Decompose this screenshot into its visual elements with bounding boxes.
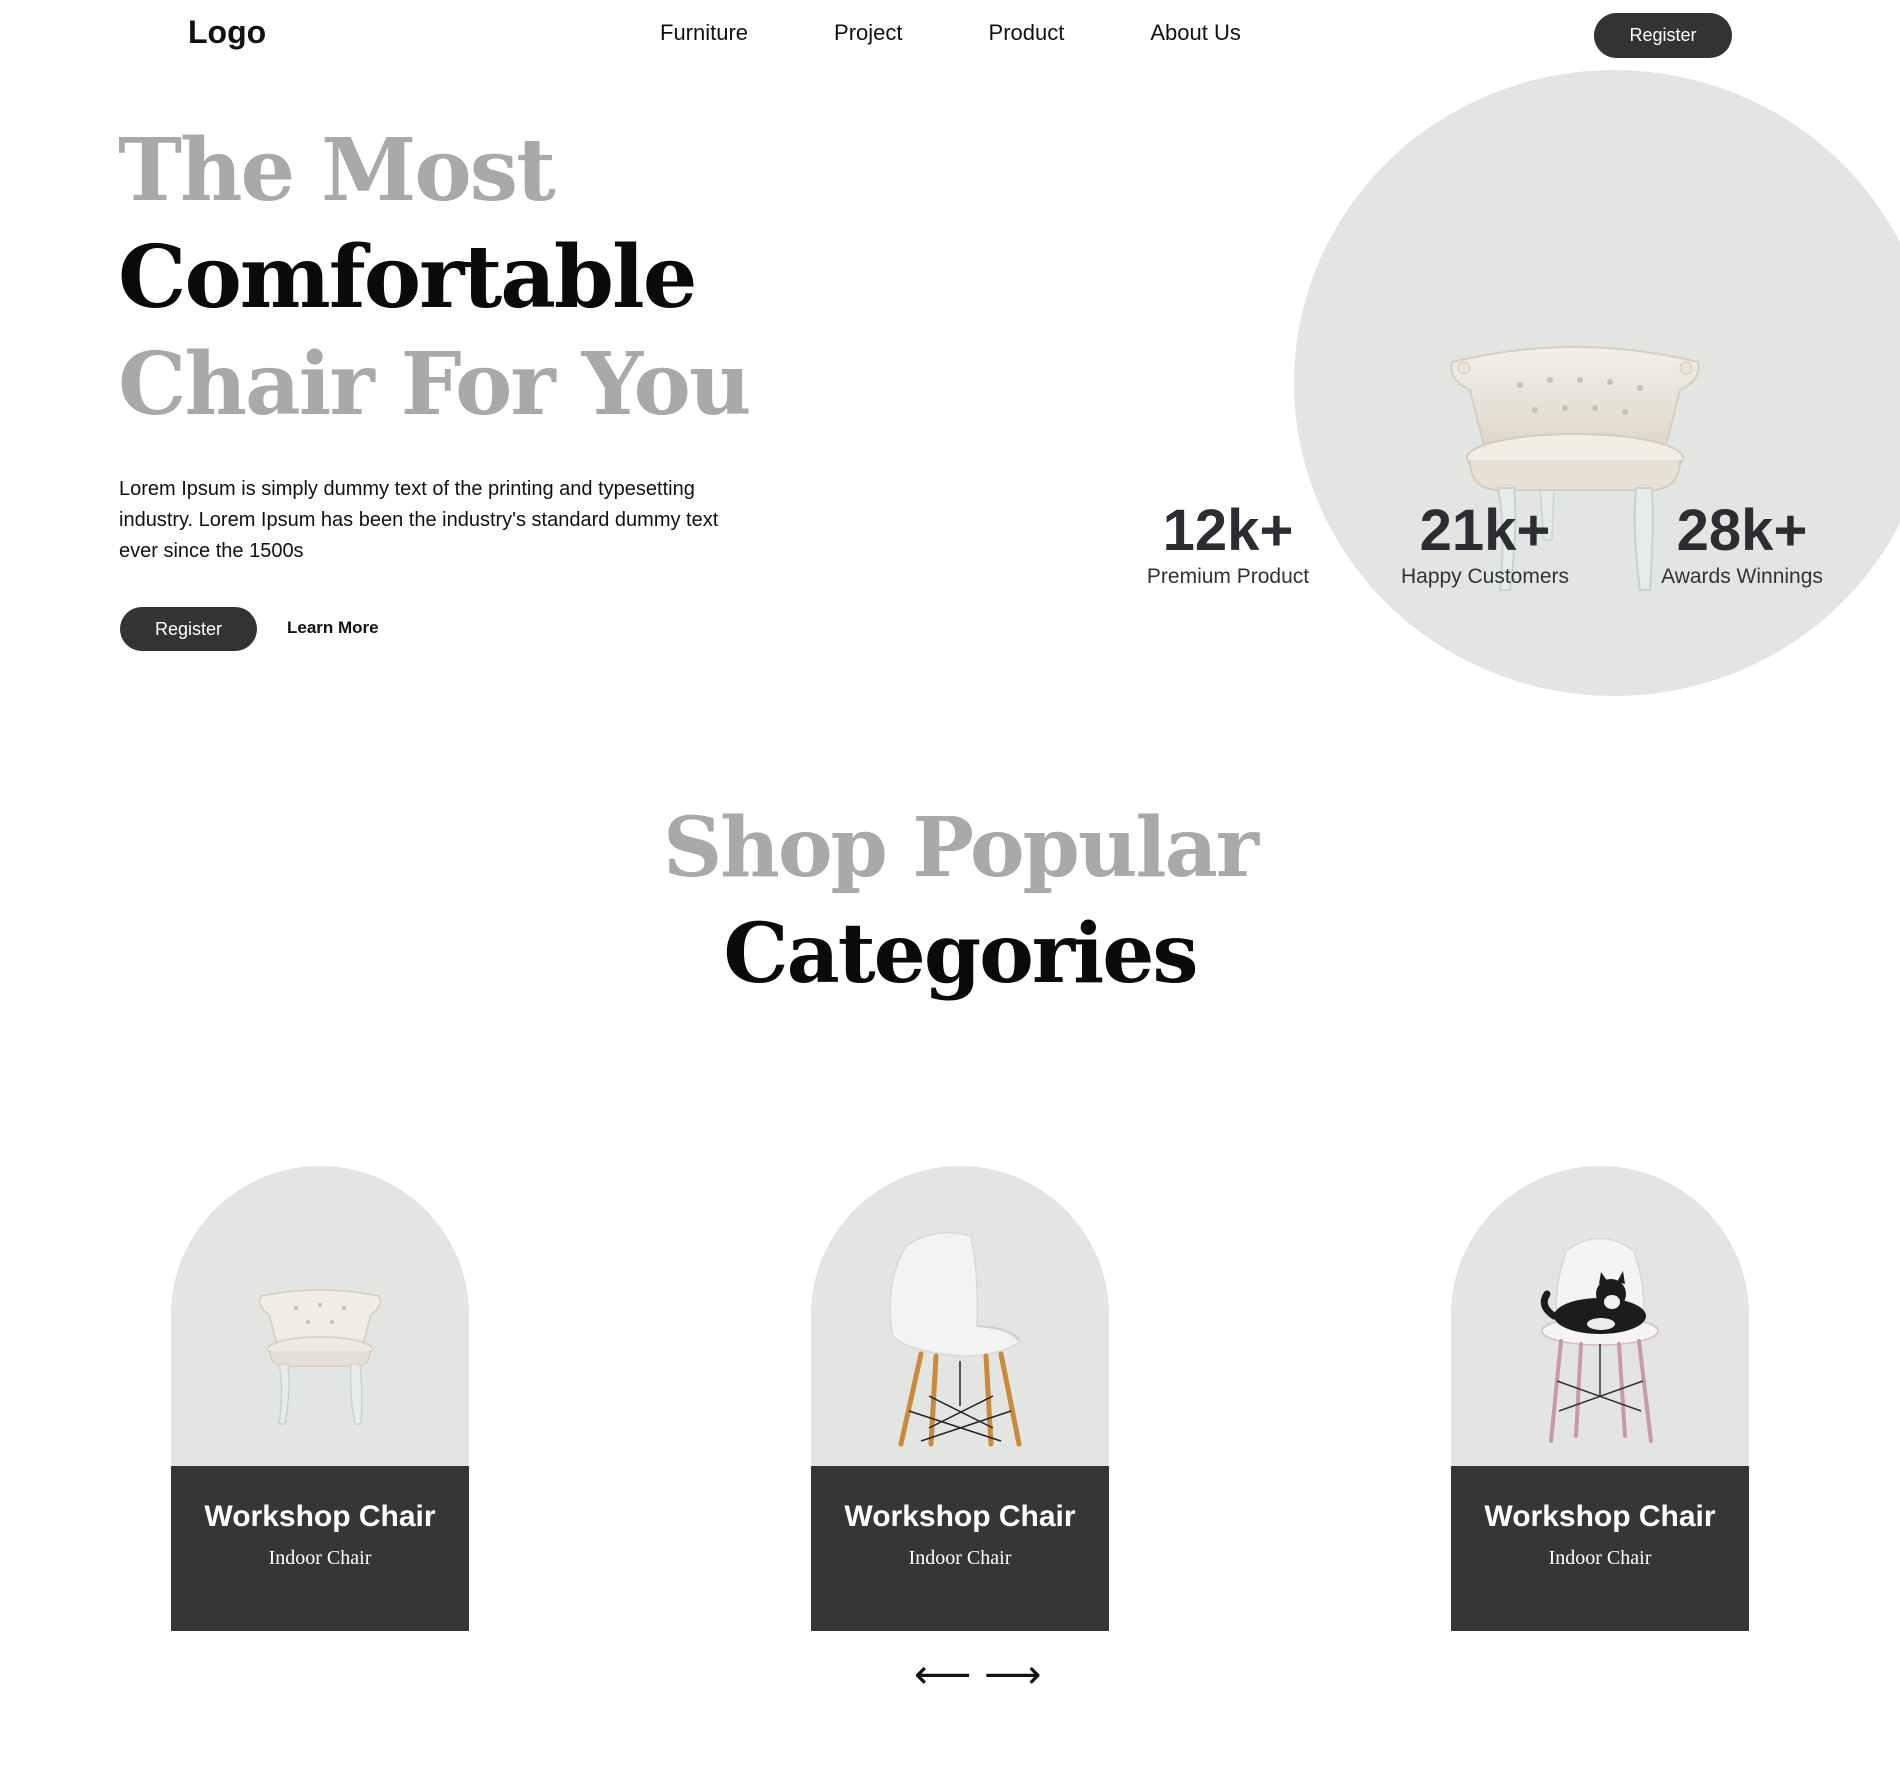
stat-value-customers: 21k+ [1419, 498, 1551, 563]
hero-title-line-2: Comfortable [118, 227, 697, 328]
card-image-area [1451, 1166, 1749, 1466]
card-info: Workshop Chair Indoor Chair [811, 1466, 1109, 1631]
card-image-area [811, 1166, 1109, 1466]
categories-title-line-2: Categories [723, 906, 1198, 1002]
main-nav: Furniture Project Product About Us [660, 20, 1241, 46]
category-card[interactable]: Workshop Chair Indoor Chair [171, 1166, 469, 1631]
tufted-armchair-image [259, 1289, 381, 1425]
hero-description: Lorem Ipsum is simply dummy text of the … [119, 478, 719, 562]
card-title: Workshop Chair [844, 1500, 1076, 1533]
hero-register-button[interactable]: Register [120, 607, 257, 651]
stat-value-premium: 12k+ [1162, 498, 1294, 563]
card-info: Workshop Chair Indoor Chair [1451, 1466, 1749, 1631]
logo[interactable]: Logo [188, 14, 266, 51]
card-subtitle: Indoor Chair [1548, 1547, 1652, 1569]
stat-label-customers: Happy Customers [1400, 565, 1570, 588]
stat-label-premium: Premium Product [1146, 565, 1310, 588]
stat-label-awards: Awards Winnings [1661, 565, 1823, 588]
card-title: Workshop Chair [204, 1500, 436, 1533]
category-card[interactable]: Workshop Chair Indoor Chair [811, 1166, 1109, 1631]
nav-item-about-us[interactable]: About Us [1150, 20, 1241, 46]
learn-more-link[interactable]: Learn More [287, 618, 379, 638]
nav-item-product[interactable]: Product [989, 20, 1065, 46]
category-card[interactable]: Workshop Chair Indoor Chair [1451, 1166, 1749, 1631]
stat-value-awards: 28k+ [1676, 498, 1808, 563]
card-subtitle: Indoor Chair [908, 1547, 1012, 1569]
arrow-left-icon[interactable]: ⟵ [914, 1655, 971, 1695]
card-image-area [171, 1166, 469, 1466]
arrow-right-icon[interactable]: ⟶ [984, 1655, 1041, 1695]
nav-item-project[interactable]: Project [834, 20, 902, 46]
card-info: Workshop Chair Indoor Chair [171, 1466, 469, 1631]
chair-with-cat-image [1540, 1237, 1659, 1443]
hero-title-line-3: Chair For You [118, 334, 751, 435]
hero-title-line-1: The Most [118, 120, 556, 221]
nav-item-furniture[interactable]: Furniture [660, 20, 748, 46]
categories-title-line-1: Shop Popular [662, 800, 1259, 896]
nav-register-button[interactable]: Register [1594, 13, 1732, 58]
white-shell-chair-image [889, 1231, 1023, 1447]
card-subtitle: Indoor Chair [268, 1547, 372, 1569]
card-title: Workshop Chair [1484, 1500, 1716, 1533]
